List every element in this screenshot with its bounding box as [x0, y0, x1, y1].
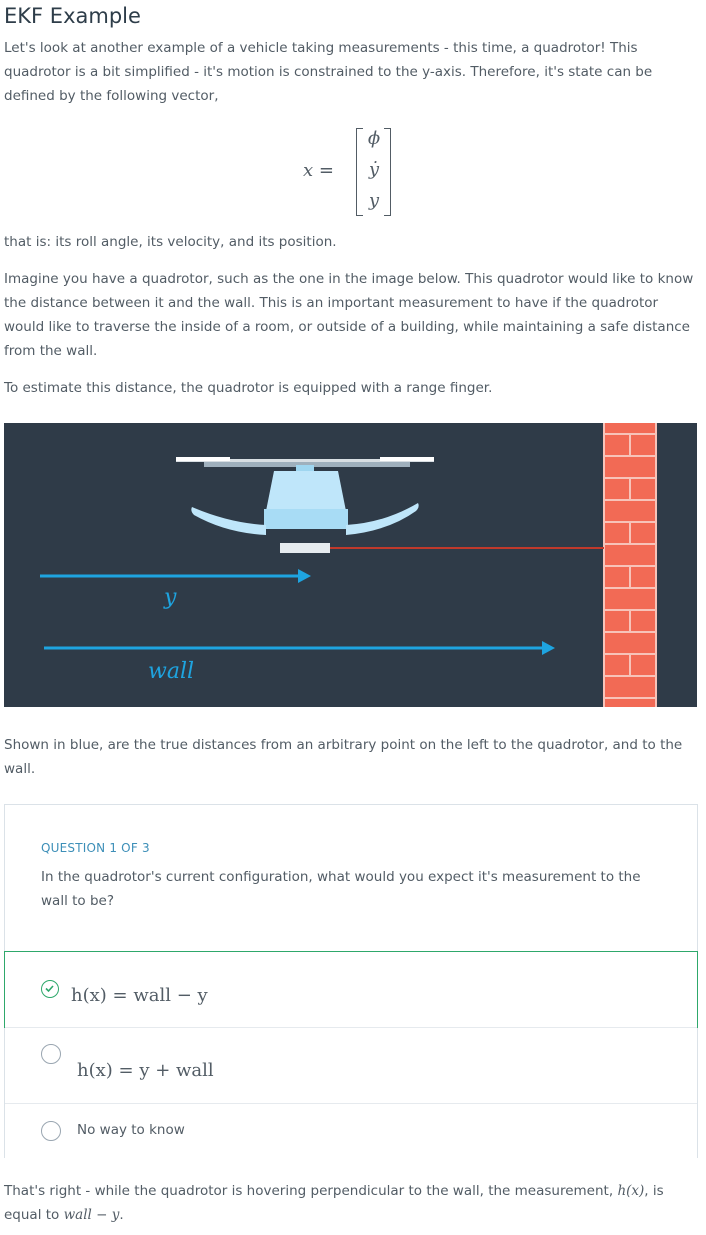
state-explanation: that is: its roll angle, its velocity, a…: [4, 234, 337, 250]
radio-button[interactable]: [41, 1044, 61, 1064]
radio-button[interactable]: [41, 1121, 61, 1141]
left-arm: [191, 507, 266, 535]
page-title: EKF Example: [4, 4, 141, 28]
range-finger-paragraph: To estimate this distance, the quadrotor…: [4, 380, 493, 396]
option-label: No way to know: [77, 1122, 185, 1138]
option-y-plus-wall[interactable]: h(x) = y + wall: [5, 1027, 697, 1103]
wall-arrow-head: [542, 641, 555, 655]
right-arm: [346, 503, 419, 535]
option-label: h(x) = wall − y: [71, 985, 208, 1006]
question-counter: QUESTION 1 OF 3: [41, 841, 150, 855]
vector-entry-y: y: [368, 190, 380, 211]
range-finder: [280, 543, 330, 553]
right-bracket: [384, 128, 391, 216]
option-wall-minus-y[interactable]: h(x) = wall − y: [4, 951, 698, 1028]
option-label: h(x) = y + wall: [77, 1060, 214, 1081]
quadrotor-base: [264, 509, 348, 529]
right-rotor: [380, 457, 434, 461]
quadrotor-body: [266, 471, 346, 511]
rotor-hub: [296, 465, 314, 471]
intro-paragraph: Let's look at another example of a vehic…: [4, 40, 653, 104]
quadrotor-illustration: y wall: [40, 423, 657, 707]
wall-label: wall: [148, 659, 194, 684]
quiz-card: QUESTION 1 OF 3 In the quadrotor's curre…: [4, 804, 698, 1158]
figure-caption: Shown in blue, are the true distances fr…: [4, 737, 683, 777]
state-vector-equation: x = ϕ ẏ y: [300, 124, 410, 216]
left-rotor: [176, 457, 230, 461]
option-no-way[interactable]: No way to know: [5, 1103, 697, 1158]
feedback-math-hx: h(x): [617, 1183, 645, 1199]
vector-entry-phi: ϕ: [367, 128, 381, 149]
question-text: In the quadrotor's current configuration…: [41, 869, 641, 909]
check-icon: [41, 980, 59, 998]
quadrotor-figure: y wall: [4, 423, 697, 707]
feedback-text: That's right - while the quadrotor is ho…: [4, 1183, 664, 1223]
y-label: y: [163, 585, 177, 610]
left-bracket: [356, 128, 363, 216]
equation-lhs: x =: [303, 160, 334, 181]
y-arrow-head: [298, 569, 311, 583]
vector-entry-ydot: ẏ: [368, 159, 380, 180]
imagine-paragraph: Imagine you have a quadrotor, such as th…: [4, 271, 694, 359]
feedback-math-wall-y: wall − y: [63, 1207, 120, 1223]
brick-wall: [603, 423, 657, 707]
